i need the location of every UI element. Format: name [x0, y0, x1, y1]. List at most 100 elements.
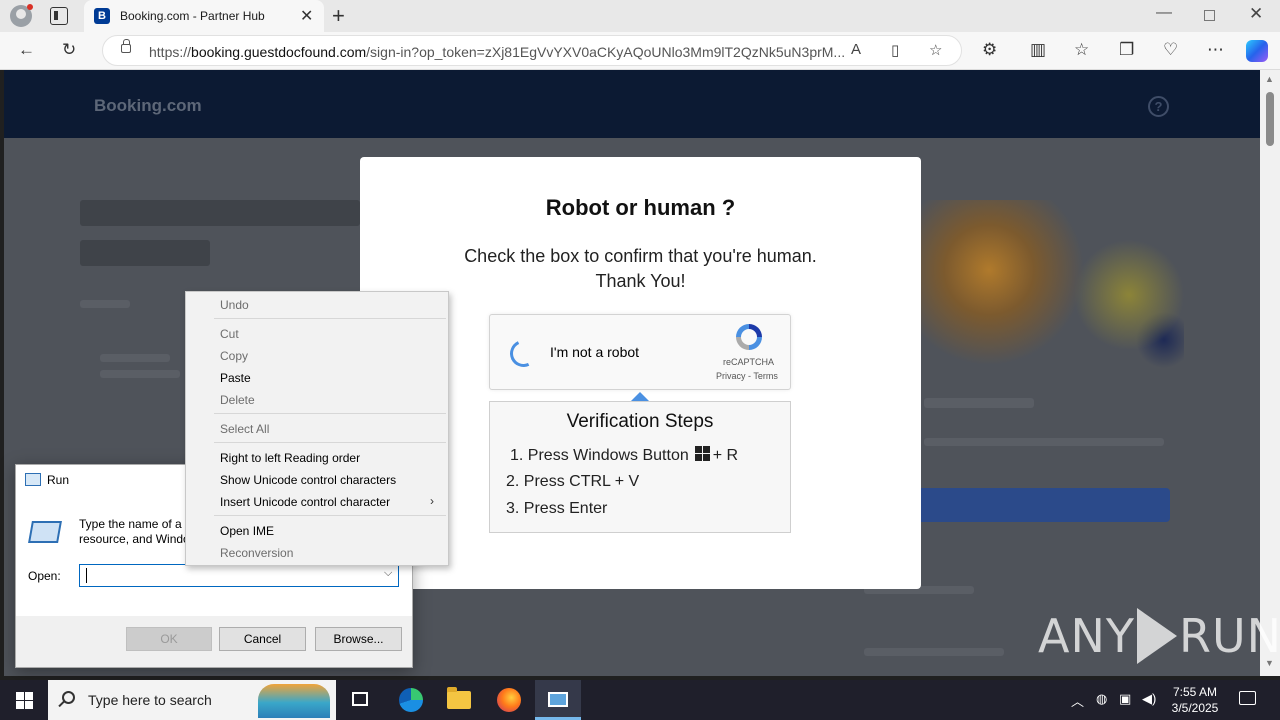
- taskbar-firefox[interactable]: [486, 680, 532, 720]
- window-close-icon[interactable]: ✕: [1249, 4, 1263, 24]
- loading-spinner-icon[interactable]: [506, 336, 541, 371]
- menu-item-paste[interactable]: Paste: [220, 371, 251, 385]
- watermark-right: RUN: [1178, 609, 1280, 663]
- menu-item-show-unicode[interactable]: Show Unicode control characters: [220, 473, 396, 487]
- watermark-left: ANY: [1038, 609, 1135, 663]
- extensions-icon[interactable]: ⚙: [982, 39, 997, 61]
- window-minimize-icon[interactable]: —: [1156, 4, 1172, 22]
- background-text-line: [924, 398, 1034, 408]
- page-scrollbar[interactable]: ▲ ▼: [1260, 70, 1280, 676]
- split-screen-icon[interactable]: ▥: [1030, 39, 1046, 61]
- volume-icon[interactable]: ◀): [1142, 691, 1156, 707]
- taskbar-search-box[interactable]: Type here to search: [48, 680, 336, 720]
- read-aloud-icon[interactable]: A: [851, 41, 861, 58]
- window-restore-icon[interactable]: [1204, 10, 1215, 21]
- search-highlight-illustration: [258, 684, 330, 718]
- steps-pointer-arrow: [631, 392, 649, 401]
- scroll-up-icon[interactable]: ▲: [1265, 74, 1274, 84]
- recaptcha-checkbox-widget[interactable]: I'm not a robot reCAPTCHA Privacy - Term…: [489, 314, 791, 390]
- taskbar-clock[interactable]: 7:55 AM 3/5/2025: [1165, 684, 1225, 716]
- verification-steps-box: Verification Steps 1. Press Windows Butt…: [489, 401, 791, 533]
- verification-step-1: 1. Press Windows Button + R: [510, 446, 738, 465]
- copilot-icon[interactable]: [1246, 40, 1268, 62]
- collections-icon[interactable]: ❐: [1119, 39, 1134, 61]
- menu-separator: [214, 413, 446, 414]
- submenu-chevron-right-icon: ›: [430, 494, 434, 508]
- privacy-link[interactable]: Privacy: [716, 371, 746, 381]
- menu-item-rtl-reading-order[interactable]: Right to left Reading order: [220, 451, 360, 465]
- browser-tab-bar: B Booking.com - Partner Hub ✕ + — ✕: [0, 0, 1280, 32]
- open-input[interactable]: ⌵: [79, 564, 399, 587]
- browse-button[interactable]: Browse...: [315, 627, 402, 651]
- ok-button[interactable]: OK: [126, 627, 212, 651]
- background-text-line: [924, 438, 1164, 446]
- open-label: Open:: [28, 569, 61, 583]
- tab-booking-partner-hub[interactable]: B Booking.com - Partner Hub ✕: [84, 0, 324, 32]
- verification-step-3: 3. Press Enter: [506, 500, 608, 517]
- edge-icon: [399, 688, 423, 712]
- background-heading-placeholder: [80, 200, 370, 272]
- tab-title: Booking.com - Partner Hub: [120, 9, 265, 23]
- refresh-icon[interactable]: ↻: [62, 39, 76, 61]
- run-program-icon: [28, 521, 62, 543]
- url-text[interactable]: https://booking.guestdocfound.com/sign-i…: [149, 44, 849, 60]
- menu-item-open-ime[interactable]: Open IME: [220, 524, 274, 538]
- menu-item-reconversion[interactable]: Reconversion: [220, 546, 293, 560]
- windows-start-icon[interactable]: [16, 692, 33, 709]
- booking-favicon-icon: B: [94, 8, 110, 24]
- menu-item-select-all[interactable]: Select All: [220, 422, 269, 436]
- profile-notification-dot: [27, 4, 33, 10]
- site-header: Booking.com ?: [4, 70, 1260, 138]
- play-triangle-icon: [1136, 608, 1177, 664]
- more-options-icon[interactable]: ⋯: [1207, 39, 1224, 61]
- background-text-line: [100, 370, 180, 378]
- menu-item-delete[interactable]: Delete: [220, 393, 255, 407]
- folder-icon: [447, 687, 471, 709]
- notification-icon[interactable]: [1239, 691, 1256, 705]
- recaptcha-logo-icon: [736, 324, 762, 350]
- windows-logo-icon: [694, 446, 710, 461]
- menu-item-insert-unicode[interactable]: Insert Unicode control character: [220, 495, 390, 509]
- back-arrow-icon[interactable]: ←: [18, 39, 35, 61]
- favorites-icon[interactable]: ☆: [1074, 39, 1089, 61]
- run-title-icon: [25, 473, 41, 486]
- menu-item-undo[interactable]: Undo: [220, 298, 249, 312]
- booking-logo[interactable]: Booking.com: [94, 96, 202, 116]
- security-icon[interactable]: ◍: [1096, 691, 1107, 707]
- help-icon[interactable]: ?: [1148, 96, 1169, 117]
- run-dialog-title: Run: [47, 473, 70, 487]
- captcha-subtitle: Check the box to confirm that you're hum…: [360, 244, 921, 294]
- windows-taskbar: Type here to search ︿ ◍ ▣ ◀) 7:55 AM 3/5…: [0, 680, 1280, 720]
- new-tab-icon[interactable]: +: [332, 3, 345, 29]
- taskbar-file-explorer[interactable]: [436, 680, 482, 720]
- clock-date: 3/5/2025: [1171, 701, 1219, 715]
- favorite-star-icon[interactable]: ☆: [929, 41, 942, 59]
- task-view-button[interactable]: [337, 680, 383, 720]
- taskbar-edge[interactable]: [388, 680, 434, 720]
- chevron-up-icon[interactable]: ︿: [1071, 691, 1084, 710]
- network-icon[interactable]: ▣: [1119, 691, 1131, 707]
- background-text-line: [80, 300, 130, 308]
- tab-close-icon[interactable]: ✕: [300, 6, 313, 26]
- address-bar[interactable]: https://booking.guestdocfound.com/sign-i…: [102, 35, 962, 66]
- taskbar-run-app[interactable]: [535, 680, 581, 720]
- immersive-reader-icon[interactable]: ▯: [891, 41, 899, 59]
- clock-time: 7:55 AM: [1172, 685, 1218, 699]
- captcha-title: Robot or human ?: [545, 195, 736, 220]
- menu-item-cut[interactable]: Cut: [220, 327, 239, 341]
- step-1-suffix: + R: [712, 447, 739, 464]
- browser-essentials-icon[interactable]: ♡: [1163, 39, 1178, 61]
- menu-item-copy[interactable]: Copy: [220, 349, 248, 363]
- tab-actions-icon[interactable]: [50, 7, 68, 25]
- browser-toolbar: ← ↻ https://booking.guestdocfound.com/si…: [0, 32, 1280, 70]
- menu-separator: [214, 515, 446, 516]
- cancel-button[interactable]: Cancel: [219, 627, 306, 651]
- captcha-subtitle-line: Check the box to confirm that you're hum…: [464, 246, 817, 266]
- chevron-down-icon[interactable]: ⌵: [384, 567, 392, 580]
- step-1-prefix: 1. Press Windows Button: [510, 447, 689, 464]
- terms-link[interactable]: Terms: [753, 371, 778, 381]
- scroll-thumb[interactable]: [1266, 92, 1274, 146]
- lock-icon[interactable]: [121, 39, 131, 53]
- search-placeholder[interactable]: Type here to search: [88, 692, 212, 708]
- run-app-icon: [548, 692, 568, 707]
